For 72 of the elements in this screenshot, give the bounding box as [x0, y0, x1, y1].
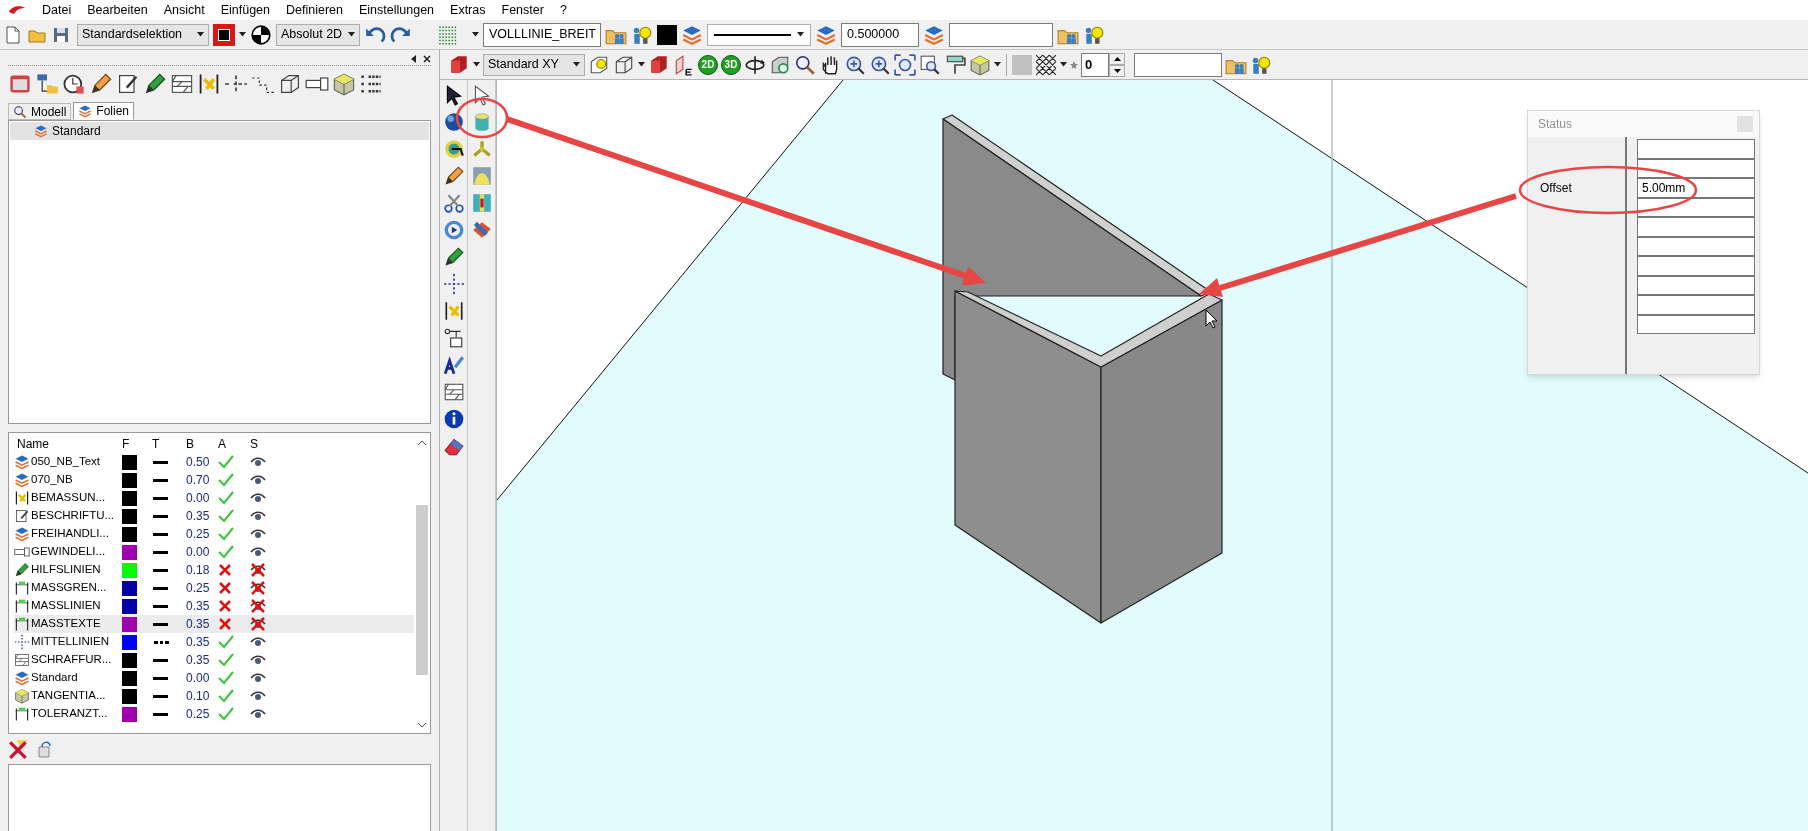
line-width-value: 0.25 — [186, 580, 211, 597]
layer-row[interactable]: Standard 0.00 — [14, 669, 414, 687]
selection-mode-dropdown[interactable]: Standardselektion — [77, 23, 209, 46]
line-width-value: 0.35 — [186, 616, 211, 633]
layer-name: TANGENTIA... — [31, 688, 106, 704]
view-dropdown[interactable]: Standard XY — [483, 53, 585, 76]
field-label: Offset — [1540, 179, 1572, 197]
line-width-value: 0.00 — [186, 490, 211, 507]
layer-name: MITTELLINIEN — [31, 634, 109, 650]
input-field[interactable]: 5.00mm — [1637, 178, 1755, 198]
menu-item[interactable]: Extras — [450, 3, 486, 17]
layer-row[interactable]: 070_NB 0.70 — [14, 471, 414, 489]
layer-row[interactable]: BEMASSUN... 0.00 — [14, 489, 414, 507]
column-header[interactable]: T — [152, 435, 186, 453]
layer-name: BEMASSUN... — [31, 490, 106, 506]
layer-name: BESCHRIFTU... — [31, 508, 115, 524]
layer-name: MASSLINIEN — [31, 598, 101, 614]
menu-item[interactable]: ? — [559, 3, 567, 17]
layer-row[interactable]: FREIHANDLI... 0.25 — [14, 525, 414, 543]
panel-tab[interactable]: Modell — [8, 103, 72, 120]
column-header[interactable]: A — [218, 435, 250, 453]
line-width-value: 0.35 — [186, 634, 211, 651]
layer-row[interactable]: MASSGREN... 0.25 — [14, 579, 414, 597]
layer-name: MASSGREN... — [31, 580, 107, 596]
layer-name: GEWINDELI... — [31, 544, 106, 560]
line-type-field[interactable]: VOLLLINIE_BREIT — [483, 22, 601, 47]
column-header[interactable]: S — [250, 435, 280, 453]
layer-row[interactable]: BESCHRIFTU... 0.35 — [14, 507, 414, 525]
line-width-value: 0.25 — [186, 706, 211, 723]
line-width-field[interactable]: 0.500000 — [841, 22, 919, 47]
menu-item[interactable]: Fenster — [501, 3, 544, 17]
layer-name: SCHRAFFUR... — [31, 652, 112, 668]
line-width-value: 0.00 — [186, 544, 211, 561]
layer-row[interactable]: TANGENTIA... 0.10 — [14, 687, 414, 705]
tree-item[interactable]: Standard — [10, 122, 429, 140]
layer-name: FREIHANDLI... — [31, 526, 109, 542]
layer-row[interactable]: MASSLINIEN 0.35 — [14, 597, 414, 615]
layer-row[interactable]: TOLERANZT... 0.25 — [14, 705, 414, 723]
menu-item[interactable]: Bearbeiten — [87, 3, 148, 17]
line-width-value: 0.35 — [186, 652, 211, 669]
layer-row[interactable]: HILFSLINIEN 0.18 — [14, 561, 414, 579]
layer-row[interactable]: MITTELLINIEN 0.35 — [14, 633, 414, 651]
layer-name: Standard — [31, 670, 78, 686]
line-width-value: 0.10 — [186, 688, 211, 705]
window-title: Status — [1538, 116, 1573, 133]
layer-row[interactable]: SCHRAFFUR... 0.35 — [14, 651, 414, 669]
line-width-value: 0.35 — [186, 598, 211, 615]
column-header[interactable]: Name — [14, 435, 122, 453]
layer-row[interactable]: 050_NB_Text 0.50 — [14, 453, 414, 471]
line-width-value: 0.18 — [186, 562, 211, 579]
menu-item[interactable]: Einstellungen — [359, 3, 435, 17]
menu-item[interactable]: Definieren — [286, 3, 343, 17]
menu-item[interactable]: Datei — [42, 3, 72, 17]
layer-row[interactable]: GEWINDELI... 0.00 — [14, 543, 414, 561]
layer-name: HILFSLINIEN — [31, 562, 101, 578]
column-header[interactable]: F — [122, 435, 152, 453]
layer-name: 050_NB_Text — [31, 454, 101, 470]
menu-item[interactable]: Ansicht — [163, 3, 205, 17]
line-width-value: 0.00 — [186, 670, 211, 687]
line-width-value: 0.70 — [186, 472, 211, 489]
layer-row[interactable]: MASSTEXTE 0.35 — [14, 615, 414, 633]
layer-name: TOLERANZT... — [31, 706, 108, 722]
line-width-value: 0.35 — [186, 508, 211, 525]
column-header[interactable]: B — [186, 435, 218, 453]
menu-item[interactable]: Einfügen — [220, 3, 270, 17]
panel-tab[interactable]: Folien — [73, 102, 135, 120]
coordinate-mode-dropdown[interactable]: Absolut 2D — [276, 23, 360, 46]
viewport[interactable]: Status Offset 5.00mm — [497, 80, 1808, 831]
line-width-value: 0.50 — [186, 454, 211, 471]
line-width-value: 0.25 — [186, 526, 211, 543]
layer-name: 070_NB — [31, 472, 73, 488]
layer-name: MASSTEXTE — [31, 616, 101, 632]
